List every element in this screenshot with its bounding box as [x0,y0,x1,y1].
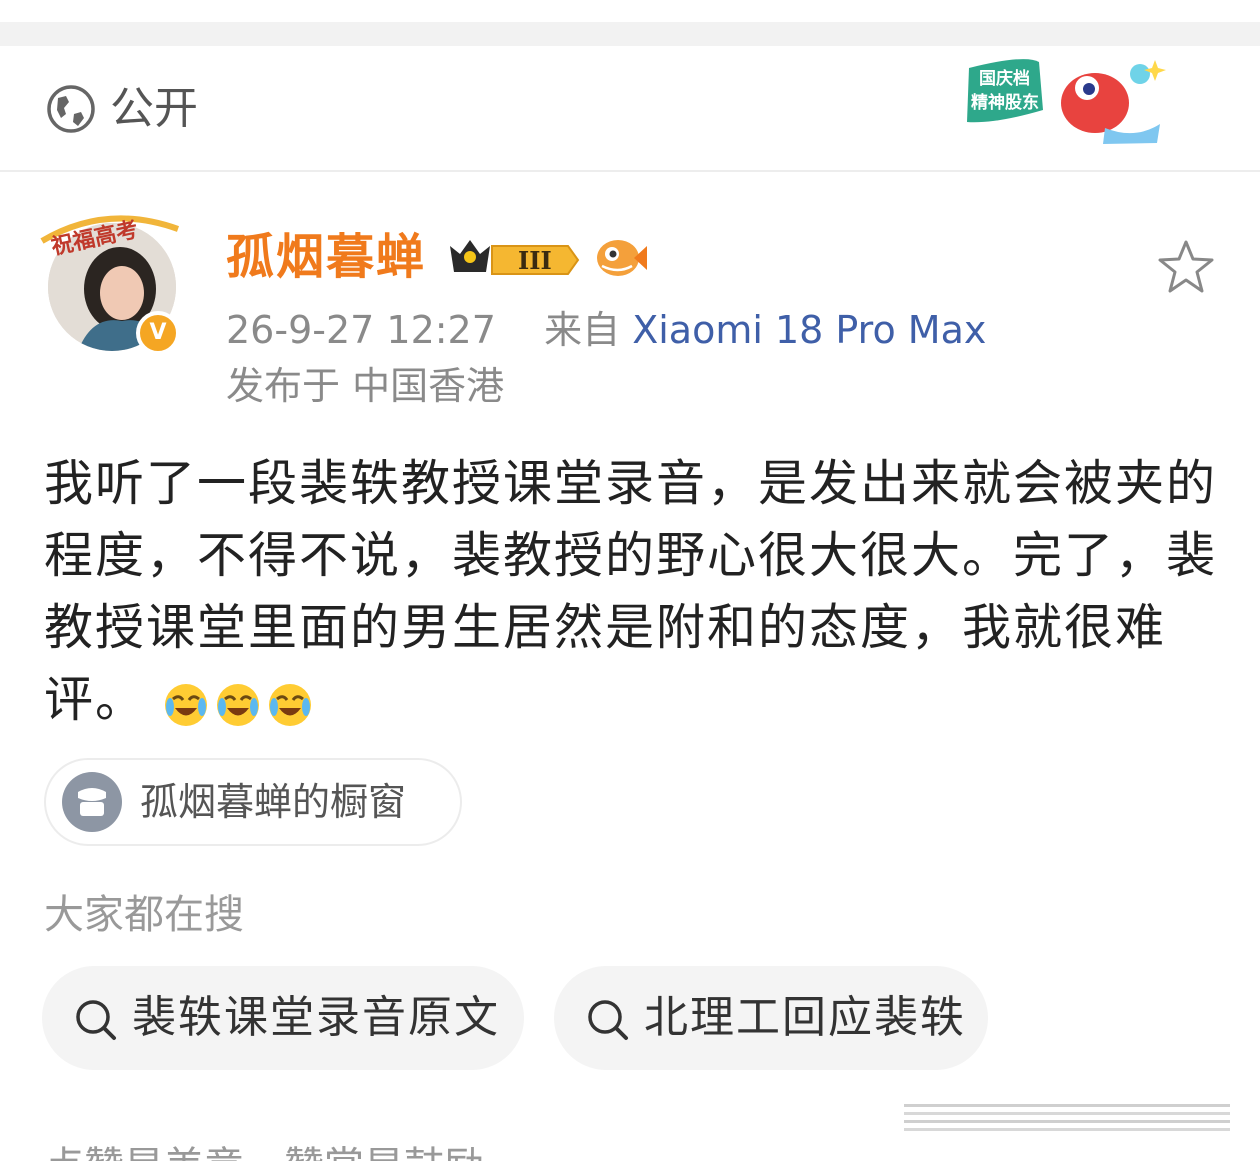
post-location: 发布于 中国香港 [226,364,505,408]
hot-search-text: 北理工回应裴轶 [644,992,966,1043]
shop-window-label: 孤烟暮蝉的橱窗 [140,780,407,824]
post-time: 26-9-27 12:27 [226,308,496,352]
watermark-lines [904,1104,1230,1131]
from-label: 来自 [544,308,621,352]
shop-icon [62,772,122,832]
globe-icon [47,85,95,133]
emoji-row [162,667,318,739]
shop-window-button[interactable]: 孤烟暮蝉的橱窗 [44,758,462,846]
footer-partial-text: 点赞是美意，赞赏是鼓励 [44,1146,484,1161]
laugh-cry-emoji-icon [269,684,312,726]
promo-line2: 精神股东 [971,92,1039,113]
avatar-frame: 祝福高考 [40,215,180,260]
hot-search-text: 裴轶课堂录音原文 [132,992,500,1043]
laugh-cry-emoji-icon [217,684,260,726]
top-strip [0,0,1260,22]
author-avatar[interactable]: 祝福高考 V [36,205,196,365]
section-gap [0,22,1260,46]
laugh-cry-emoji-icon [165,684,208,726]
post-meta: 26-9-27 12:27 来自 Xiaomi 18 Pro Max [226,306,986,354]
level-badge-text: III [518,246,552,275]
post-source[interactable]: Xiaomi 18 Pro Max [632,308,986,352]
hot-search-item-1[interactable]: 裴轶课堂录音原文 [42,966,524,1070]
search-icon [588,1000,628,1040]
promo-sticker[interactable]: 国庆档 精神股东 [955,48,1170,148]
promo-line1: 国庆档 [979,68,1030,89]
crown-level-badge[interactable]: III [446,232,582,280]
search-icon [76,1000,116,1040]
fish-badge-icon[interactable] [594,234,648,280]
visibility-label: 公开 [110,83,198,134]
hot-search-item-2[interactable]: 北理工回应裴轶 [554,966,988,1070]
post-body: 我听了一段裴轶教授课堂录音，是发出来就会被夹的程度，不得不说，裴教授的野心很大很… [44,448,1224,739]
verified-badge: V [136,311,180,355]
hot-search-heading: 大家都在搜 [44,892,244,938]
author-name[interactable]: 孤烟暮蝉 [226,228,426,286]
favorite-star-icon[interactable] [1156,238,1216,296]
